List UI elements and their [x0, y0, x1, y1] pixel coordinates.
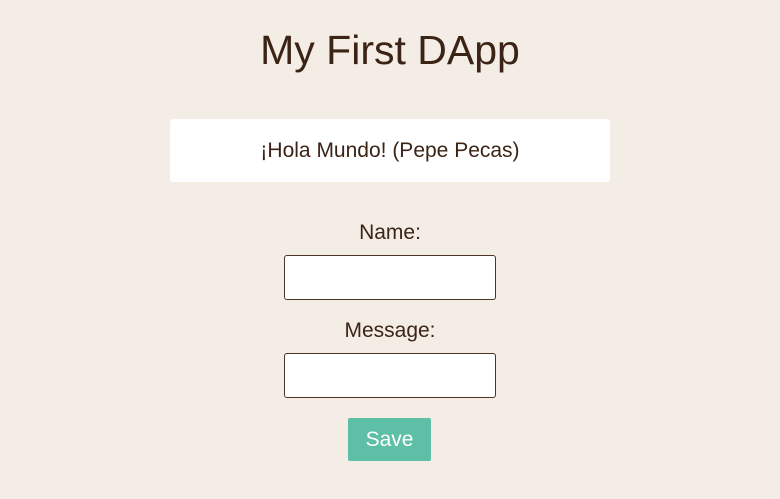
message-display-card: ¡Hola Mundo! (Pepe Pecas) — [170, 119, 610, 182]
message-input[interactable] — [284, 353, 496, 398]
stored-message-text: ¡Hola Mundo! (Pepe Pecas) — [260, 139, 520, 162]
page-title: My First DApp — [260, 27, 520, 73]
message-label: Message: — [344, 319, 436, 342]
name-label: Name: — [359, 221, 421, 244]
name-input[interactable] — [284, 255, 496, 300]
save-button[interactable]: Save — [348, 418, 431, 461]
dapp-page: My First DApp ¡Hola Mundo! (Pepe Pecas) … — [0, 0, 780, 499]
